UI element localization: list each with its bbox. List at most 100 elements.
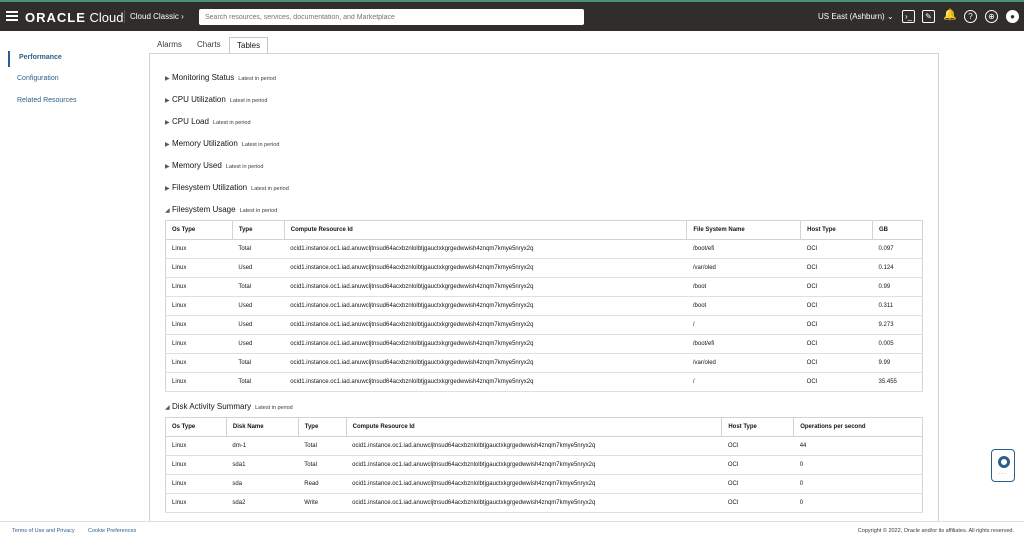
table-cell: sda — [226, 474, 299, 494]
support-button[interactable]: ··· — [991, 449, 1015, 482]
menu-icon[interactable] — [6, 11, 18, 21]
table-cell: OCI — [800, 315, 873, 335]
table-cell: /boot/efi — [686, 239, 801, 259]
section-memory-utilization[interactable]: ▶ Memory Utilization Latest in period — [165, 139, 279, 148]
console-mode-link[interactable]: Cloud Classic › — [124, 10, 189, 23]
column-header[interactable]: Type — [232, 220, 285, 240]
table-cell: Total — [232, 277, 285, 297]
notification-icon[interactable]: 🔔 — [943, 10, 957, 23]
table-row: Linux sda2 Write ocid1.instance.oc1.iad.anu… — [165, 493, 923, 513]
column-header[interactable]: Host Type — [721, 417, 795, 437]
terms-link[interactable]: Terms of Use and Privacy — [12, 528, 75, 534]
table-cell: sda2 — [226, 493, 299, 513]
filesystem-usage-table: Os Type Type Compute Resource Id File Syste… — [165, 220, 923, 392]
table-cell: ocid1.instance.oc1.iad.anuwcljtnsud64acx… — [284, 239, 687, 259]
table-cell: dm-1 — [226, 436, 299, 456]
table-cell: 0.124 — [872, 258, 923, 278]
search-input[interactable] — [199, 9, 584, 25]
table-cell: ocid1.instance.oc1.iad.anuwcljtnsud64acx… — [346, 436, 722, 456]
expand-icon: ▶ — [165, 98, 170, 104]
region-selector[interactable]: US East (Ashburn) ⌄ — [818, 12, 894, 21]
table-cell: OCI — [721, 493, 794, 513]
table-cell: 9.99 — [872, 353, 923, 373]
cookie-preferences-link[interactable]: Cookie Preferences — [88, 528, 136, 534]
table-cell: Linux — [165, 372, 233, 392]
section-filesystem-utilization[interactable]: ▶ Filesystem Utilization Latest in period — [165, 183, 289, 192]
table-cell: OCI — [800, 372, 873, 392]
table-row: Linux Total ocid1.instance.oc1.iad.anuwclj… — [165, 239, 923, 259]
table-cell: ocid1.instance.oc1.iad.anuwcljtnsud64acx… — [284, 277, 687, 297]
table-row: Linux Total ocid1.instance.oc1.iad.anuwclj… — [165, 277, 923, 297]
column-header[interactable]: Host Type — [800, 220, 874, 240]
table-cell: ocid1.instance.oc1.iad.anuwcljtnsud64acx… — [284, 258, 687, 278]
table-cell: Linux — [165, 353, 233, 373]
table-cell: Total — [298, 436, 347, 456]
table-cell: 9.273 — [872, 315, 923, 335]
sidebar-item-related-resources[interactable]: Related Resources — [8, 97, 136, 104]
table-cell: OCI — [800, 258, 873, 278]
section-disk-activity-summary[interactable]: ◢ Disk Activity Summary Latest in period — [165, 402, 293, 411]
cloud-shell-icon[interactable]: ›_ — [902, 10, 915, 23]
table-cell: Write — [298, 493, 347, 513]
column-header[interactable]: Compute Resource Id — [346, 417, 723, 437]
table-cell: OCI — [800, 353, 873, 373]
table-cell: / — [686, 315, 801, 335]
tab-alarms[interactable]: Alarms — [150, 37, 189, 54]
table-cell: 0 — [793, 455, 923, 475]
table-cell: ocid1.instance.oc1.iad.anuwcljtnsud64acx… — [284, 315, 687, 335]
table-cell: Read — [298, 474, 347, 494]
table-cell: ocid1.instance.oc1.iad.anuwcljtnsud64acx… — [284, 334, 687, 354]
table-cell: OCI — [721, 474, 794, 494]
copyright-text: Copyright © 2022, Oracle and/or its affi… — [857, 528, 1014, 534]
expand-icon: ▶ — [165, 164, 170, 170]
table-cell: OCI — [721, 436, 794, 456]
language-icon[interactable]: ⊕ — [985, 10, 998, 23]
column-header[interactable]: Compute Resource Id — [284, 220, 688, 240]
table-row: Linux dm-1 Total ocid1.instance.oc1.iad.anu… — [165, 436, 923, 456]
section-cpu-load[interactable]: ▶ CPU Load Latest in period — [165, 117, 251, 126]
edit-icon[interactable]: ✎ — [922, 10, 935, 23]
table-cell: Linux — [165, 334, 233, 354]
table-cell: Used — [232, 334, 285, 354]
table-cell: OCI — [800, 277, 873, 297]
column-header[interactable]: Disk Name — [226, 417, 299, 437]
sidebar: Performance Configuration Related Resour… — [0, 31, 145, 521]
table-cell: 44 — [793, 436, 923, 456]
help-icon[interactable]: ? — [964, 10, 977, 23]
column-header[interactable]: File System Name — [686, 220, 802, 240]
expand-icon: ▶ — [165, 76, 170, 82]
table-cell: 0.99 — [872, 277, 923, 297]
footer: Terms of Use and Privacy Cookie Preferen… — [0, 521, 1024, 538]
table-cell: Linux — [165, 296, 233, 316]
more-icon: ··· — [998, 471, 1007, 477]
section-filesystem-usage[interactable]: ◢ Filesystem Usage Latest in period — [165, 205, 277, 214]
profile-icon[interactable]: ● — [1006, 10, 1019, 23]
table-row: Linux sda1 Total ocid1.instance.oc1.iad.anu… — [165, 455, 923, 475]
table-cell: Used — [232, 296, 285, 316]
table-row: Linux Used ocid1.instance.oc1.iad.anuwcljt… — [165, 296, 923, 316]
sidebar-item-performance[interactable]: Performance — [8, 51, 136, 67]
tab-charts[interactable]: Charts — [190, 37, 228, 54]
section-memory-used[interactable]: ▶ Memory Used Latest in period — [165, 161, 263, 170]
table-cell: Total — [232, 372, 285, 392]
table-cell: Linux — [165, 239, 233, 259]
table-cell: OCI — [721, 455, 794, 475]
disk-activity-table: Os Type Disk Name Type Compute Resource Id H… — [165, 417, 923, 513]
tab-tables[interactable]: Tables — [229, 37, 269, 54]
section-cpu-utilization[interactable]: ▶ CPU Utilization Latest in period — [165, 95, 267, 104]
table-cell: ocid1.instance.oc1.iad.anuwcljtnsud64acx… — [284, 372, 687, 392]
column-header[interactable]: GB — [872, 220, 923, 240]
table-cell: /var/oled — [686, 258, 801, 278]
table-cell: ocid1.instance.oc1.iad.anuwcljtnsud64acx… — [346, 493, 722, 513]
column-header[interactable]: Os Type — [165, 220, 233, 240]
sidebar-item-configuration[interactable]: Configuration — [8, 75, 136, 82]
column-header[interactable]: Os Type — [165, 417, 227, 437]
column-header[interactable]: Type — [298, 417, 347, 437]
oracle-cloud-logo[interactable]: ORACLE Cloud — [25, 10, 123, 25]
section-monitoring-status[interactable]: ▶ Monitoring Status Latest in period — [165, 73, 276, 82]
table-cell: Used — [232, 258, 285, 278]
expand-icon: ▶ — [165, 186, 170, 192]
column-header[interactable]: Operations per second — [793, 417, 923, 437]
table-row: Linux Used ocid1.instance.oc1.iad.anuwcljt… — [165, 315, 923, 335]
table-cell: 0.097 — [872, 239, 923, 259]
